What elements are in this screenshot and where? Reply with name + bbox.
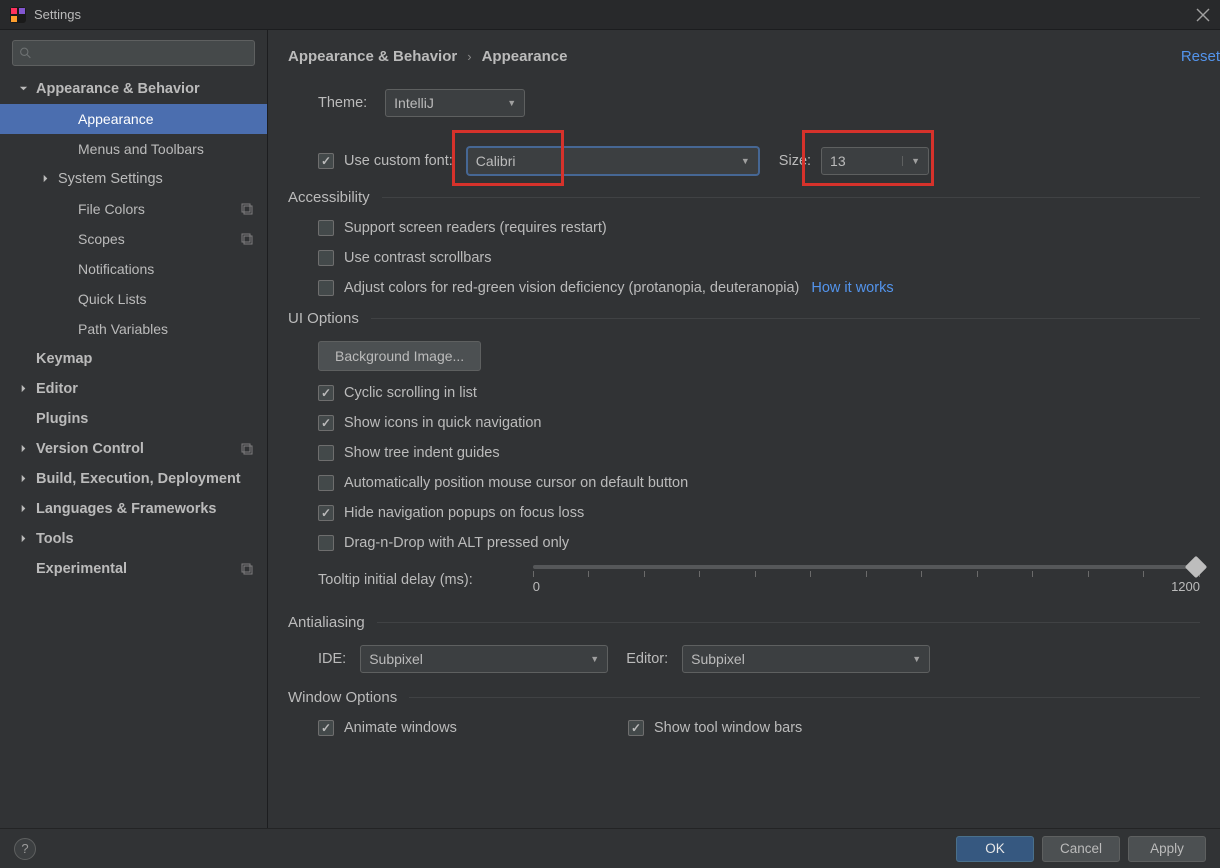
search-icon [19,46,32,60]
chevron-down-icon: ▼ [507,98,516,108]
chevron-down-icon: ▼ [741,156,750,166]
tooltip-max: 1200 [1171,579,1200,594]
search-input[interactable] [36,46,248,61]
animate-windows-label: Animate windows [344,720,457,736]
cancel-button[interactable]: Cancel [1042,836,1120,862]
aa-editor-value: Subpixel [691,651,745,667]
aa-ide-select[interactable]: Subpixel ▼ [360,645,608,673]
hide-nav-checkbox[interactable] [318,505,334,521]
sidebar-item-keymap[interactable]: Keymap [0,344,267,374]
font-size-select[interactable]: 13 ▼ [821,147,929,175]
background-image-button[interactable]: Background Image... [318,341,481,371]
sidebar-item-appearance[interactable]: Appearance [0,104,267,134]
sidebar-item-version-control[interactable]: Version Control [0,434,267,464]
cyclic-scroll-label: Cyclic scrolling in list [344,385,477,401]
breadcrumb-group: Appearance & Behavior [288,48,457,65]
aa-ide-label: IDE: [318,651,346,667]
title-bar: Settings [0,0,1220,30]
contrast-scrollbars-label: Use contrast scrollbars [344,250,491,266]
color-blind-checkbox[interactable] [318,280,334,296]
use-custom-font-label: Use custom font: [344,153,453,169]
breadcrumb: Appearance & Behavior › Appearance [288,48,1220,65]
sidebar-item-menus-and-toolbars[interactable]: Menus and Toolbars [0,134,267,164]
reset-link[interactable]: Reset [1181,48,1220,65]
breadcrumb-page: Appearance [482,48,568,65]
ui-options-head: UI Options [288,310,359,327]
use-custom-font-checkbox[interactable] [318,153,334,169]
window-title: Settings [34,7,81,22]
icons-quicknav-label: Show icons in quick navigation [344,415,541,431]
font-size-value: 13 [830,153,846,169]
contrast-scrollbars-checkbox[interactable] [318,250,334,266]
screen-readers-label: Support screen readers (requires restart… [344,220,607,236]
sidebar-item-languages-frameworks[interactable]: Languages & Frameworks [0,494,267,524]
tooltip-min: 0 [533,579,540,594]
sidebar-item-build-execution-deployment[interactable]: Build, Execution, Deployment [0,464,267,494]
how-it-works-link[interactable]: How it works [811,280,893,296]
sidebar-item-system-settings[interactable]: System Settings [0,164,267,194]
font-select[interactable]: Calibri ▼ [467,147,759,175]
sidebar-item-tools[interactable]: Tools [0,524,267,554]
apply-button[interactable]: Apply [1128,836,1206,862]
auto-cursor-checkbox[interactable] [318,475,334,491]
theme-select[interactable]: IntelliJ ▼ [385,89,525,117]
theme-label: Theme: [318,95,367,111]
tooltip-delay-label: Tooltip initial delay (ms): [318,572,473,588]
font-value: Calibri [476,153,516,169]
font-size-label: Size: [779,153,811,169]
animate-windows-checkbox[interactable] [318,720,334,736]
accessibility-head: Accessibility [288,189,370,206]
sidebar-item-appearance-behavior[interactable]: Appearance & Behavior [0,74,267,104]
icons-quicknav-checkbox[interactable] [318,415,334,431]
sidebar-item-file-colors[interactable]: File Colors [0,194,267,224]
search-field[interactable] [12,40,255,66]
sidebar-item-scopes[interactable]: Scopes [0,224,267,254]
tree-indent-checkbox[interactable] [318,445,334,461]
drag-alt-label: Drag-n-Drop with ALT pressed only [344,535,569,551]
sidebar-item-notifications[interactable]: Notifications [0,254,267,284]
theme-value: IntelliJ [394,95,434,111]
aa-editor-label: Editor: [626,651,668,667]
dialog-footer: ? OK Cancel Apply [0,828,1220,868]
settings-sidebar: Appearance & BehaviorAppearanceMenus and… [0,30,268,828]
tree-indent-label: Show tree indent guides [344,445,500,461]
color-blind-label: Adjust colors for red-green vision defic… [344,280,799,296]
sidebar-item-editor[interactable]: Editor [0,374,267,404]
settings-content: Appearance & Behavior › Appearance Reset… [268,30,1220,828]
sidebar-item-plugins[interactable]: Plugins [0,404,267,434]
sidebar-item-quick-lists[interactable]: Quick Lists [0,284,267,314]
close-icon[interactable] [1196,8,1210,22]
sidebar-item-path-variables[interactable]: Path Variables [0,314,267,344]
cyclic-scroll-checkbox[interactable] [318,385,334,401]
show-tool-bars-label: Show tool window bars [654,720,802,736]
antialiasing-head: Antialiasing [288,614,365,631]
drag-alt-checkbox[interactable] [318,535,334,551]
show-tool-bars-checkbox[interactable] [628,720,644,736]
chevron-down-icon: ▼ [912,654,921,664]
aa-editor-select[interactable]: Subpixel ▼ [682,645,930,673]
aa-ide-value: Subpixel [369,651,423,667]
ok-button[interactable]: OK [956,836,1034,862]
auto-cursor-label: Automatically position mouse cursor on d… [344,475,688,491]
window-options-head: Window Options [288,689,397,706]
screen-readers-checkbox[interactable] [318,220,334,236]
hide-nav-label: Hide navigation popups on focus loss [344,505,584,521]
help-button[interactable]: ? [14,838,36,860]
app-logo-icon [10,7,26,23]
chevron-right-icon: › [467,49,471,64]
chevron-down-icon: ▼ [902,156,920,166]
chevron-down-icon: ▼ [590,654,599,664]
tooltip-delay-slider[interactable]: 0 1200 [533,565,1200,594]
sidebar-item-experimental[interactable]: Experimental [0,554,267,584]
